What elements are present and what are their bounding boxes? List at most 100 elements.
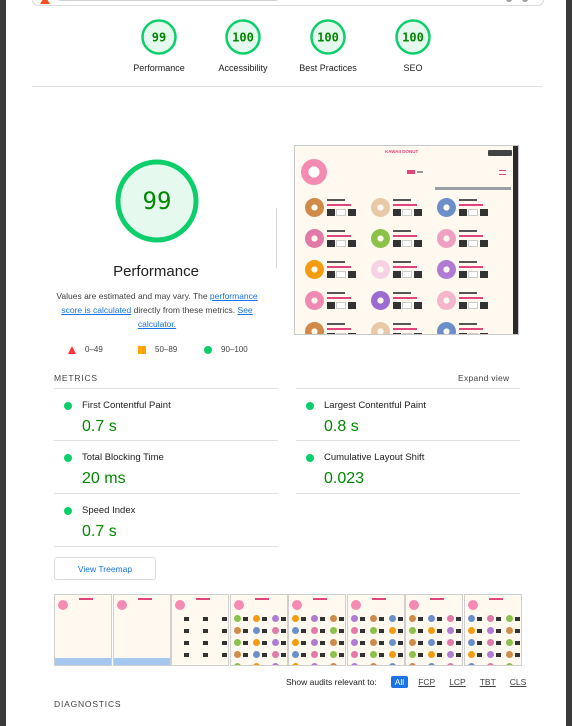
cart-button <box>459 209 467 216</box>
filmstrip-frame <box>54 594 112 666</box>
product-rating <box>459 297 483 299</box>
gauge-accessibility[interactable]: 100 Accessibility <box>200 18 286 73</box>
gauge-best-practices[interactable]: 100 Best Practices <box>285 18 371 73</box>
product-rating <box>327 204 351 206</box>
metric-label: First Contentful Paint <box>82 400 171 411</box>
donut-image <box>428 639 435 646</box>
product-rating <box>327 328 351 330</box>
donut-image <box>271 663 279 665</box>
divider <box>54 546 278 547</box>
product-name <box>459 230 477 232</box>
green-circle-icon <box>306 454 314 462</box>
cart-button <box>222 617 227 621</box>
cart-button <box>203 665 208 666</box>
cart-button <box>414 333 422 334</box>
cart-button <box>495 629 501 633</box>
site-title-bar <box>196 598 210 600</box>
donut-image <box>409 615 416 622</box>
quantity-field <box>402 271 412 278</box>
site-logo <box>292 600 302 610</box>
donut-image <box>486 663 494 665</box>
gauge-ring: 100 <box>395 19 431 55</box>
quantity-field <box>402 240 412 247</box>
cart-button <box>495 653 501 657</box>
cart-button <box>203 653 208 657</box>
donut-image <box>233 627 241 634</box>
filter-lcp-button[interactable]: LCP <box>445 676 470 688</box>
donut-image <box>233 651 241 658</box>
cart-button <box>339 629 344 633</box>
performance-gauge: 99 <box>114 158 200 244</box>
metric-label: Speed Index <box>82 505 136 516</box>
product-name <box>459 323 477 325</box>
metric-label: Total Blocking Time <box>82 452 164 463</box>
cart-button <box>414 240 422 247</box>
cart-button <box>222 641 227 645</box>
site-title-bar <box>137 598 152 600</box>
donut-image <box>371 291 390 310</box>
cart-button <box>280 653 286 657</box>
cart-button <box>301 629 306 633</box>
donut-image <box>505 627 513 634</box>
cart-button <box>397 629 403 633</box>
cart-button <box>459 302 467 309</box>
cart-button <box>320 629 325 633</box>
gauge-performance[interactable]: 99 Performance <box>116 18 202 73</box>
cart-button <box>359 641 365 645</box>
donut-image <box>271 627 279 634</box>
quantity-field <box>402 209 412 216</box>
product-name <box>393 323 411 325</box>
cart-button <box>459 271 467 278</box>
donut-image <box>350 663 358 665</box>
donut-image <box>292 627 299 634</box>
cart-button <box>242 641 248 645</box>
metric-value: 0.023 <box>324 470 365 487</box>
metric-value: 20 ms <box>82 470 126 487</box>
filter-all-button[interactable]: All <box>390 675 409 688</box>
cart-button <box>514 641 520 645</box>
cart-count <box>417 171 423 173</box>
gauge-seo[interactable]: 100 SEO <box>370 18 456 73</box>
view-treemap-button[interactable]: View Treemap <box>54 557 156 580</box>
product-name <box>327 323 345 325</box>
cart-button <box>348 333 356 334</box>
expand-view-toggle[interactable]: Expand view <box>458 373 510 383</box>
donut-image <box>388 651 396 658</box>
legend-item-fail: 0–49 <box>68 345 103 354</box>
site-title-bar <box>313 598 327 600</box>
legend-range: 50–89 <box>155 345 178 354</box>
donut-image <box>305 260 324 279</box>
quantity-field <box>468 209 478 216</box>
donut-image <box>447 651 454 658</box>
cart-button <box>339 653 344 657</box>
filter-fcp-button[interactable]: FCP <box>414 676 439 688</box>
filmstrip-frame <box>112 594 171 666</box>
donut-image <box>486 627 494 634</box>
quantity-field <box>468 333 478 334</box>
site-logo <box>58 600 68 610</box>
filter-tbt-button[interactable]: TBT <box>476 676 500 688</box>
cart-button <box>456 653 461 657</box>
divider <box>54 493 278 494</box>
product-name <box>327 230 345 232</box>
cart-button <box>393 240 401 247</box>
cart-button <box>378 629 384 633</box>
donut-image <box>369 651 377 658</box>
cart-button <box>480 209 488 216</box>
final-screenshot[interactable]: KAWAII DONUT <box>294 145 519 335</box>
cart-button <box>320 641 325 645</box>
cart-button <box>261 617 267 621</box>
filmstrip-frame <box>171 594 229 666</box>
donut-image <box>447 639 454 646</box>
note-text: directly from these metrics. <box>131 305 238 315</box>
cart-button <box>301 653 306 657</box>
filter-cls-button[interactable]: CLS <box>506 676 531 688</box>
site-logo <box>301 159 327 185</box>
cart-button <box>203 641 208 645</box>
donut-image <box>271 651 279 658</box>
metric-label: Largest Contentful Paint <box>324 400 426 411</box>
donut-image <box>369 615 377 622</box>
green-circle-icon <box>64 402 72 410</box>
site-logo <box>233 600 244 610</box>
product-rating <box>393 204 417 206</box>
